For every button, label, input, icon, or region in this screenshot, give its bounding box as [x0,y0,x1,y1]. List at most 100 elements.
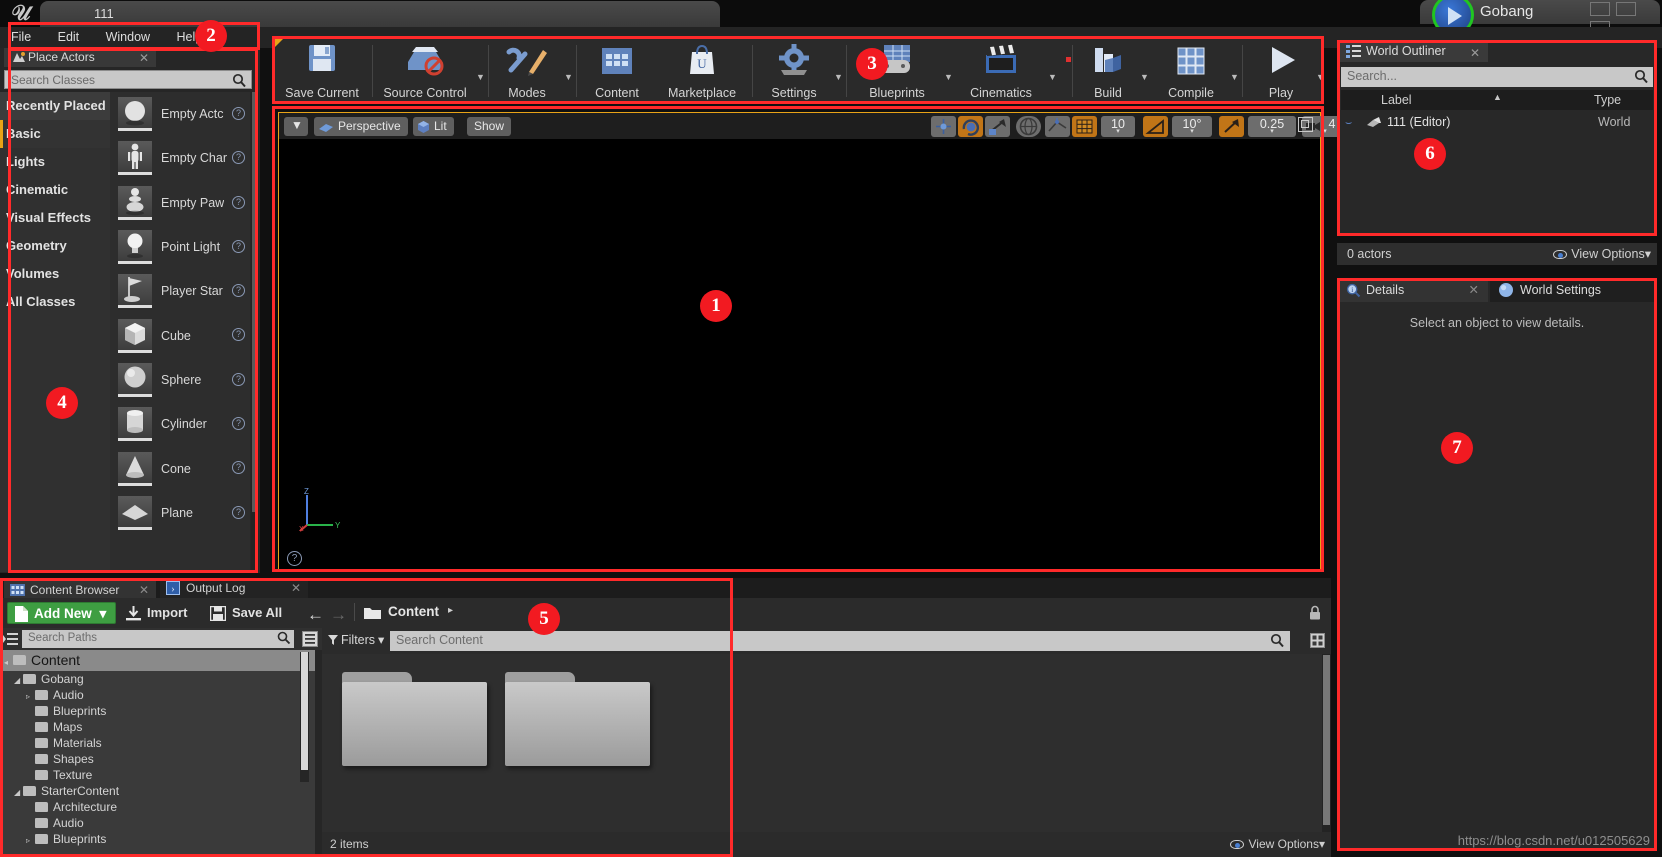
grid-size-value[interactable]: 10 [1101,116,1135,140]
path-node-gobang-audio[interactable]: ▹ Audio [0,687,315,703]
path-node-blueprints[interactable]: Blueprints [0,703,315,719]
view-mode-icon[interactable] [1310,633,1325,653]
path-node-content[interactable]: ◂ Content [0,650,315,671]
path-node-starter-audio[interactable]: Audio [0,815,315,831]
asset-tile[interactable] [505,672,650,772]
menu-item-file[interactable]: File [0,27,42,47]
assets-scrollbar[interactable] [1322,654,1331,832]
add-new-button[interactable]: Add New ▾ [7,602,117,624]
help-icon[interactable]: ? [232,505,245,519]
viewport-perspective-menu[interactable]: Perspective [314,117,408,136]
rotate-tool-icon[interactable] [958,116,983,137]
actor-item[interactable]: Point Light ? [110,225,250,269]
scale-snap-icon[interactable] [1219,116,1244,137]
toolbar-play[interactable]: Play [1246,37,1316,105]
window-controls[interactable] [1588,2,1658,35]
scale-tool-icon[interactable] [985,116,1010,137]
toolbar-cinematics[interactable]: Cinematics [956,37,1046,105]
help-icon[interactable]: ? [232,328,245,342]
column-header-type[interactable]: Type [1594,90,1621,110]
close-icon[interactable]: ✕ [139,580,149,600]
search-icon[interactable] [232,73,247,88]
path-node-shapes[interactable]: Shapes [0,751,315,767]
viewport-show-menu[interactable]: Show [467,117,512,136]
toolbar-compile[interactable]: Compile [1152,37,1230,105]
actor-item[interactable]: Empty Paw ? [110,181,250,225]
paths-scrollbar[interactable] [300,652,309,782]
chevron-down-icon[interactable]: ▼ [834,72,843,82]
viewport-options-menu[interactable]: ▼ [284,117,308,136]
lock-icon[interactable] [1309,605,1321,625]
level-viewport[interactable]: ▼ Perspective Lit Show 10 ▾ 10° ▾ 0.25 ▾… [278,112,1348,572]
category-cinematic[interactable]: Cinematic [0,176,110,204]
help-icon[interactable]: ? [232,372,245,386]
actor-item[interactable]: Cylinder ? [110,402,250,446]
category-basic[interactable]: Basic [0,120,110,148]
close-icon[interactable]: ✕ [139,49,149,68]
category-visual-effects[interactable]: Visual Effects [0,204,110,232]
expander-icon[interactable]: ◂ [4,652,13,673]
toolbar-source-control[interactable]: Source Control [376,37,474,105]
filters-button[interactable]: Filters ▾ [328,632,384,647]
column-header-label[interactable]: Label [1381,90,1412,110]
toolbar-save-current[interactable]: Save Current [280,37,364,105]
category-geometry[interactable]: Geometry [0,232,110,260]
world-coordinate-icon[interactable] [1016,116,1041,137]
help-icon[interactable]: ? [232,195,245,209]
toolbar-settings[interactable]: Settings [756,37,832,105]
search-classes-input[interactable]: Search Classes [4,70,252,89]
maximize-viewport-icon[interactable] [1298,117,1313,132]
help-icon[interactable]: ? [287,551,302,566]
actor-item[interactable]: Empty Actc ? [110,92,250,136]
place-actors-tab[interactable]: Place Actors ✕ [4,48,156,67]
chevron-down-icon[interactable]: ▼ [944,72,953,82]
chevron-down-icon[interactable]: ▼ [564,72,573,82]
content-asset-grid[interactable] [322,654,1331,832]
actor-item[interactable]: Plane ? [110,491,250,535]
close-icon[interactable]: ✕ [1469,278,1479,302]
world-outliner-tab[interactable]: World Outliner ✕ [1340,40,1488,62]
menu-item-window[interactable]: Window [95,27,161,47]
chevron-down-icon[interactable]: ▼ [1316,72,1325,82]
tab-details[interactable]: i Details ✕ [1340,278,1488,302]
angle-size-value[interactable]: 10° [1172,116,1212,140]
viewport-lighting-menu[interactable]: Lit [413,117,454,136]
help-icon[interactable]: ? [232,461,245,475]
scale-size-value[interactable]: 0.25 [1248,116,1296,140]
search-content-input[interactable]: Search Content [390,631,1290,651]
actor-item[interactable]: Cube ? [110,313,250,357]
asset-tile[interactable] [342,672,487,772]
minimize-button[interactable] [1590,2,1610,16]
path-node-texture[interactable]: Texture [0,767,315,783]
place-actors-scrollbar[interactable] [251,92,259,572]
path-node-gobang[interactable]: ◢ Gobang [0,671,315,687]
tab-world-settings[interactable]: World Settings [1490,278,1657,302]
category-lights[interactable]: Lights [0,148,110,176]
outliner-search-input[interactable]: Search... [1341,67,1653,87]
expander-icon[interactable]: ⌣ [1345,117,1352,130]
translate-tool-icon[interactable] [931,116,956,137]
help-icon[interactable]: ? [232,151,245,165]
maximize-button[interactable] [1616,2,1637,16]
menu-item-edit[interactable]: Edit [47,27,91,47]
content-view-options-button[interactable]: View Options▾ [1230,832,1325,857]
paths-filter-icon[interactable] [3,632,19,651]
breadcrumb-content[interactable]: Content [388,604,439,619]
outliner-view-options-button[interactable]: View Options▾ [1553,243,1651,265]
toolbar-modes[interactable]: Modes [492,37,562,105]
chevron-down-icon[interactable]: ▼ [1140,72,1149,82]
path-node-materials[interactable]: Materials [0,735,315,751]
close-icon[interactable]: ✕ [1470,42,1480,64]
table-row[interactable]: ⌣ 111 (Editor) World [1341,112,1653,132]
scrollbar-thumb[interactable] [1323,655,1330,825]
search-icon[interactable] [1270,633,1285,648]
chevron-down-icon[interactable]: ▼ [1048,72,1057,82]
help-icon[interactable]: ? [232,239,245,253]
tab-content-browser[interactable]: Content Browser ✕ [4,578,156,598]
category-all-classes[interactable]: All Classes [0,288,110,316]
grid-snap-icon[interactable] [1072,116,1097,137]
search-paths-input[interactable]: Search Paths [22,630,294,648]
category-recently-placed[interactable]: Recently Placed [0,92,110,120]
arrow-right-icon[interactable]: → [330,605,347,625]
search-icon[interactable] [1634,69,1649,84]
